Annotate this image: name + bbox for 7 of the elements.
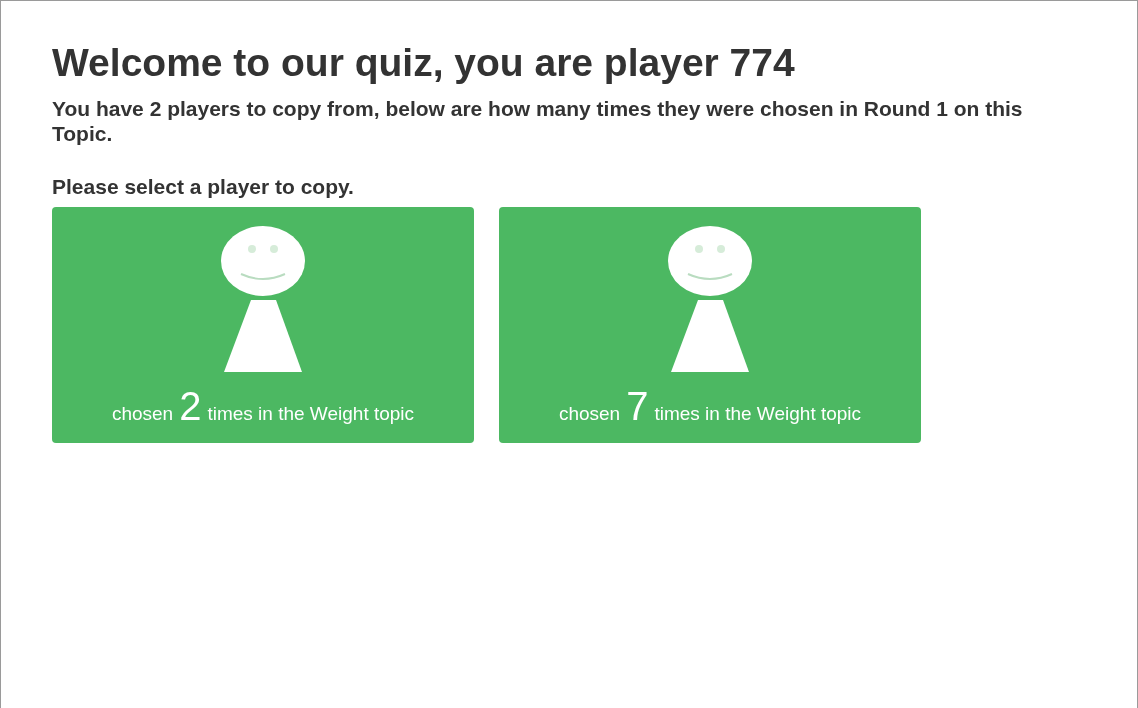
prompt-text: Please select a player to copy.: [52, 173, 355, 199]
player-card[interactable]: chosen 7 times in the Weight topic: [499, 206, 921, 443]
player-card[interactable]: chosen 2 times in the Weight topic: [52, 206, 474, 443]
smiley-person-icon: [221, 225, 305, 372]
intro-text: You have 2 players to copy from, below are how many times they were chosen in Round 1 on this Topic.: [52, 95, 1024, 146]
page-heading: Welcome to our quiz, you are player 774: [52, 40, 796, 86]
smiley-person-icon: [668, 225, 752, 372]
